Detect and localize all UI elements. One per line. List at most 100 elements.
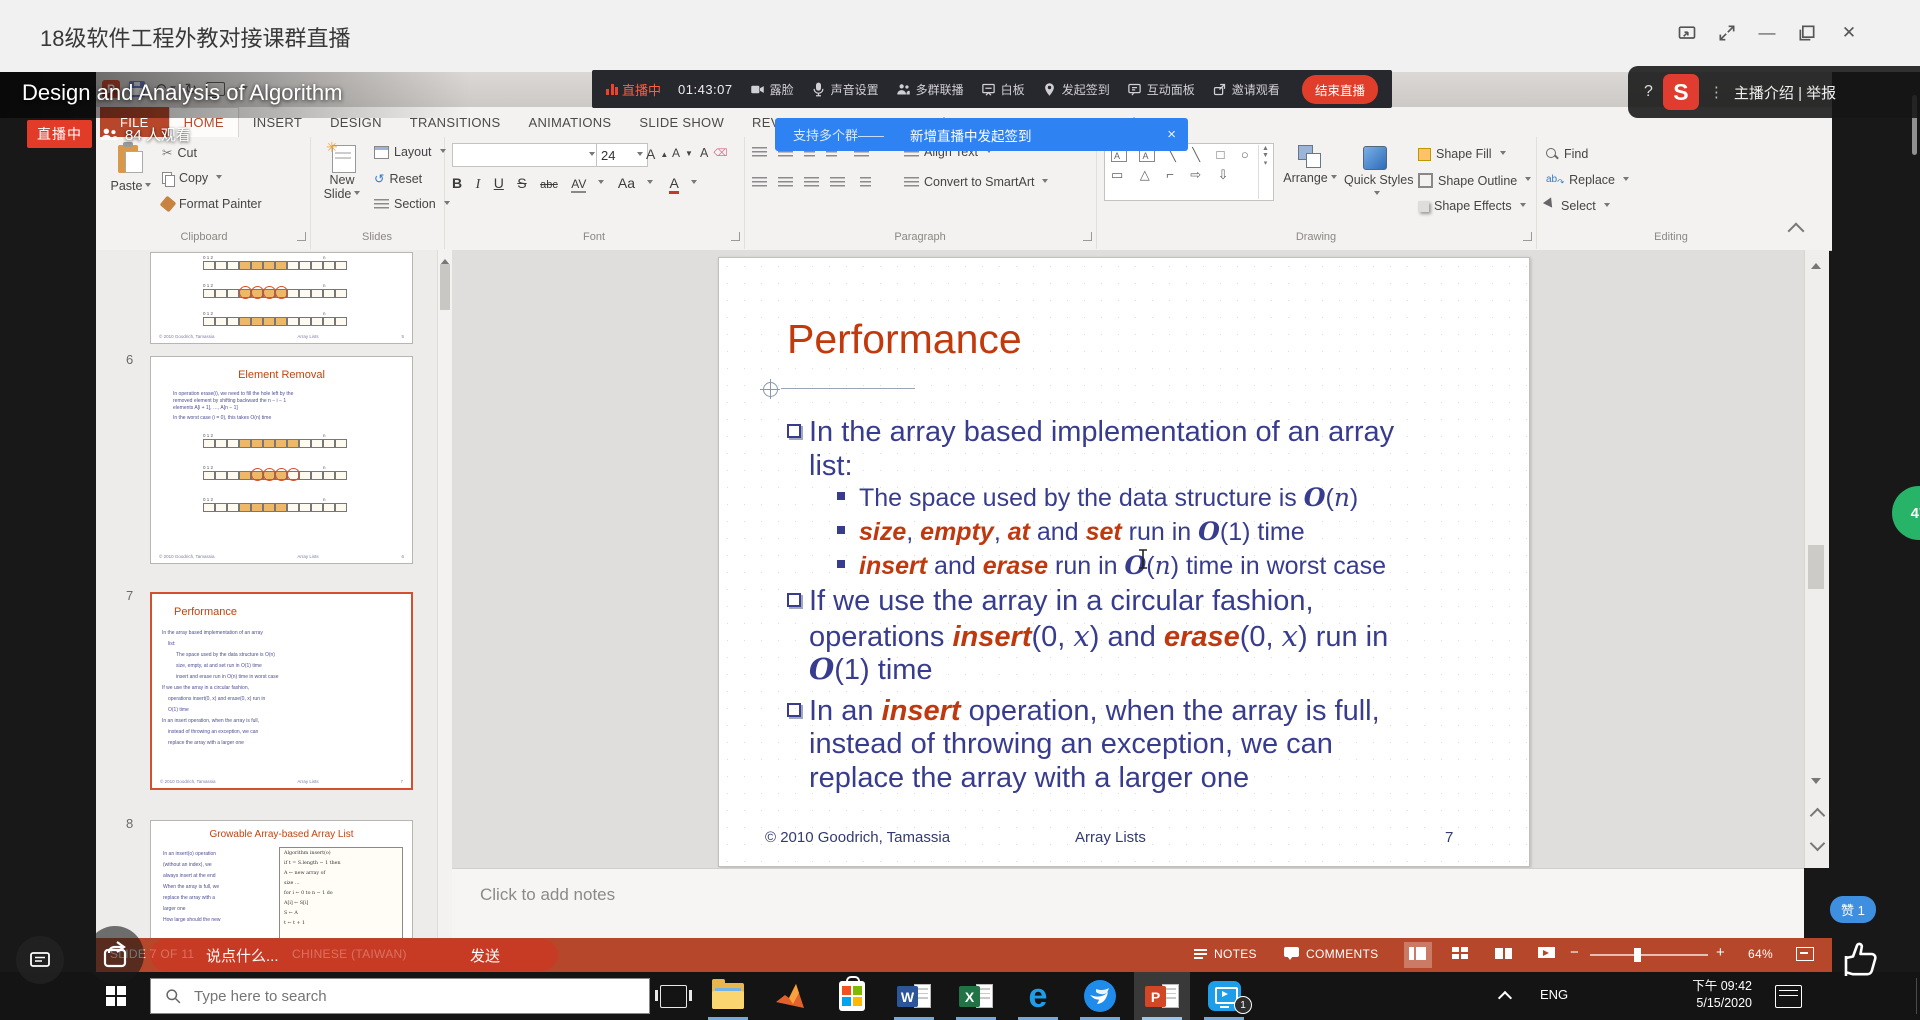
- notes-toggle[interactable]: NOTES: [1214, 947, 1257, 961]
- shape-elbow-icon[interactable]: ⌐: [1166, 167, 1178, 182]
- slide-canvas[interactable]: Performance In the array based implement…: [718, 257, 1530, 867]
- shape-fill-button[interactable]: Shape Fill: [1418, 147, 1506, 161]
- font-name-combo[interactable]: [452, 143, 600, 167]
- shape-oval-icon[interactable]: ○: [1241, 147, 1253, 162]
- section-button[interactable]: Section: [374, 197, 450, 211]
- taskbar-word[interactable]: W: [886, 972, 942, 1020]
- fullscreen-icon[interactable]: [1712, 18, 1742, 48]
- quick-styles-button[interactable]: Quick Styles: [1344, 143, 1406, 201]
- arrange-button[interactable]: Arrange: [1282, 143, 1338, 185]
- minimize-button[interactable]: —: [1752, 18, 1782, 48]
- taskbar-search[interactable]: [150, 978, 650, 1014]
- shape-textbox2-icon[interactable]: A: [1139, 150, 1155, 162]
- gallery-scroll[interactable]: ▲▼▾: [1258, 145, 1272, 199]
- share-forward-button[interactable]: [86, 926, 144, 984]
- show-desktop-strip[interactable]: [1916, 978, 1917, 1014]
- notes-pane[interactable]: Click to add notes: [452, 868, 1804, 939]
- slide-sorter-icon[interactable]: [1452, 946, 1470, 962]
- fit-to-window-icon[interactable]: [1796, 946, 1814, 962]
- taskbar-edge[interactable]: e: [1010, 972, 1066, 1020]
- taskbar-powerpoint-active[interactable]: P: [1134, 972, 1190, 1020]
- format-painter-button[interactable]: Format Painter: [162, 197, 262, 211]
- next-slide-button[interactable]: [1812, 836, 1823, 854]
- cut-button[interactable]: ✂Cut: [162, 145, 197, 160]
- thumbnail-slide-6[interactable]: Element RemovalIn operation erase(i), we…: [150, 356, 413, 564]
- stream-tool-露脸[interactable]: 露脸: [750, 81, 794, 98]
- new-slide-button[interactable]: ✳ NewSlide: [316, 143, 368, 201]
- shape-effects-button[interactable]: Shape Effects: [1418, 199, 1526, 213]
- smartart-button[interactable]: Convert to SmartArt: [904, 175, 1048, 189]
- taskbar-dingtalk[interactable]: [1072, 972, 1128, 1020]
- font-size-combo[interactable]: 24: [596, 143, 648, 167]
- tab-slide-show[interactable]: SLIDE SHOW: [625, 107, 738, 137]
- clipboard-dialog-launcher[interactable]: [297, 232, 306, 241]
- maximize-button[interactable]: [1792, 18, 1822, 48]
- scroll-down-icon[interactable]: [1811, 778, 1821, 789]
- search-input[interactable]: [192, 987, 596, 1006]
- stream-tool-白板[interactable]: 白板: [981, 81, 1025, 98]
- stream-tool-互动面板[interactable]: 互动面板: [1127, 81, 1195, 98]
- chat-send-button[interactable]: 发送: [470, 945, 500, 966]
- shape-outline-button[interactable]: Shape Outline: [1418, 173, 1531, 188]
- thumbnail-slide-8[interactable]: Growable Array-based Array ListIn an ins…: [150, 820, 413, 938]
- paragraph-dialog-launcher[interactable]: [1083, 232, 1092, 241]
- shape-gallery[interactable]: A A ╲ ╲ □ ○ ▭ △ ⌐ ⇨ ⇩ ▲▼▾: [1104, 143, 1274, 201]
- replace-button[interactable]: ab↷Replace: [1546, 173, 1629, 187]
- slideshow-view-icon[interactable]: [1538, 946, 1556, 962]
- tab-animations[interactable]: ANIMATIONS: [514, 107, 625, 137]
- font-dialog-launcher[interactable]: [731, 232, 740, 241]
- justify-icon[interactable]: [830, 177, 845, 188]
- reading-view-icon[interactable]: [1495, 946, 1513, 962]
- thumbs-up-button[interactable]: [1840, 934, 1886, 989]
- main-scrollbar[interactable]: [1804, 250, 1829, 868]
- slide-title[interactable]: Performance: [787, 316, 1022, 363]
- underline-button[interactable]: U: [494, 175, 504, 191]
- columns-icon[interactable]: [860, 177, 871, 188]
- scrollbar-thumb[interactable]: [1808, 545, 1824, 589]
- taskbar-file-explorer[interactable]: [700, 972, 756, 1020]
- bullets-icon[interactable]: [752, 147, 767, 158]
- italic-button[interactable]: I: [476, 177, 481, 193]
- zoom-in-icon[interactable]: +: [1716, 944, 1725, 961]
- tray-expand-icon[interactable]: [1498, 991, 1512, 1005]
- thumbnail-slide-5[interactable]: 0 1 2n0 1 2n0 1 2n© 2010 Goodrich, Tamas…: [150, 252, 413, 344]
- stream-tool-发起签到[interactable]: 发起签到: [1042, 81, 1110, 98]
- shape-arrow-down-icon[interactable]: ⇩: [1218, 167, 1233, 182]
- floating-counter-badge[interactable]: 47: [1892, 486, 1920, 540]
- shape-triangle-icon[interactable]: △: [1140, 167, 1154, 182]
- anchor-links[interactable]: 主播介绍 | 举报: [1734, 82, 1836, 103]
- shape-rect2-icon[interactable]: ▭: [1111, 167, 1127, 182]
- copy-button[interactable]: Copy: [162, 171, 222, 185]
- taskbar-matlab[interactable]: [762, 972, 818, 1020]
- shape-rect-icon[interactable]: □: [1217, 147, 1229, 162]
- more-icon[interactable]: ⋮: [1709, 83, 1724, 101]
- stream-tool-声音设置[interactable]: 声音设置: [811, 81, 879, 98]
- chat-list-button[interactable]: [16, 936, 64, 984]
- like-count-badge[interactable]: 赞 1: [1830, 896, 1876, 923]
- find-button[interactable]: Find: [1546, 147, 1588, 161]
- taskbar-store[interactable]: [824, 972, 880, 1020]
- thumbnail-scrollbar[interactable]: [437, 250, 452, 938]
- font-color-button[interactable]: A: [669, 175, 678, 194]
- comments-toggle[interactable]: COMMENTS: [1306, 947, 1378, 961]
- action-center-icon[interactable]: [1775, 985, 1802, 1008]
- help-icon[interactable]: ?: [1644, 83, 1653, 101]
- previous-slide-button[interactable]: [1812, 808, 1823, 826]
- grow-font-icon[interactable]: A▲: [646, 146, 668, 162]
- zoom-percent[interactable]: 64%: [1748, 947, 1773, 961]
- slide-body-text[interactable]: In the array based implementation of an …: [785, 416, 1501, 795]
- layout-button[interactable]: Layout: [374, 145, 446, 159]
- thumbnail-slide-7-selected[interactable]: PerformanceIn the array based implementa…: [150, 592, 413, 790]
- select-button[interactable]: Select: [1546, 199, 1610, 213]
- pip-icon[interactable]: [1672, 18, 1702, 48]
- paste-button[interactable]: Paste: [104, 143, 158, 193]
- align-left-icon[interactable]: [752, 177, 767, 188]
- stream-chat-bar[interactable]: 说点什么... 发送: [150, 939, 558, 971]
- taskbar-excel[interactable]: X: [948, 972, 1004, 1020]
- zoom-out-icon[interactable]: −: [1570, 944, 1579, 961]
- normal-view-icon[interactable]: [1409, 946, 1427, 962]
- shrink-font-icon[interactable]: A▼: [672, 146, 693, 160]
- align-right-icon[interactable]: [804, 177, 819, 188]
- close-button[interactable]: ✕: [1834, 18, 1864, 48]
- shape-textbox-icon[interactable]: A: [1111, 150, 1127, 162]
